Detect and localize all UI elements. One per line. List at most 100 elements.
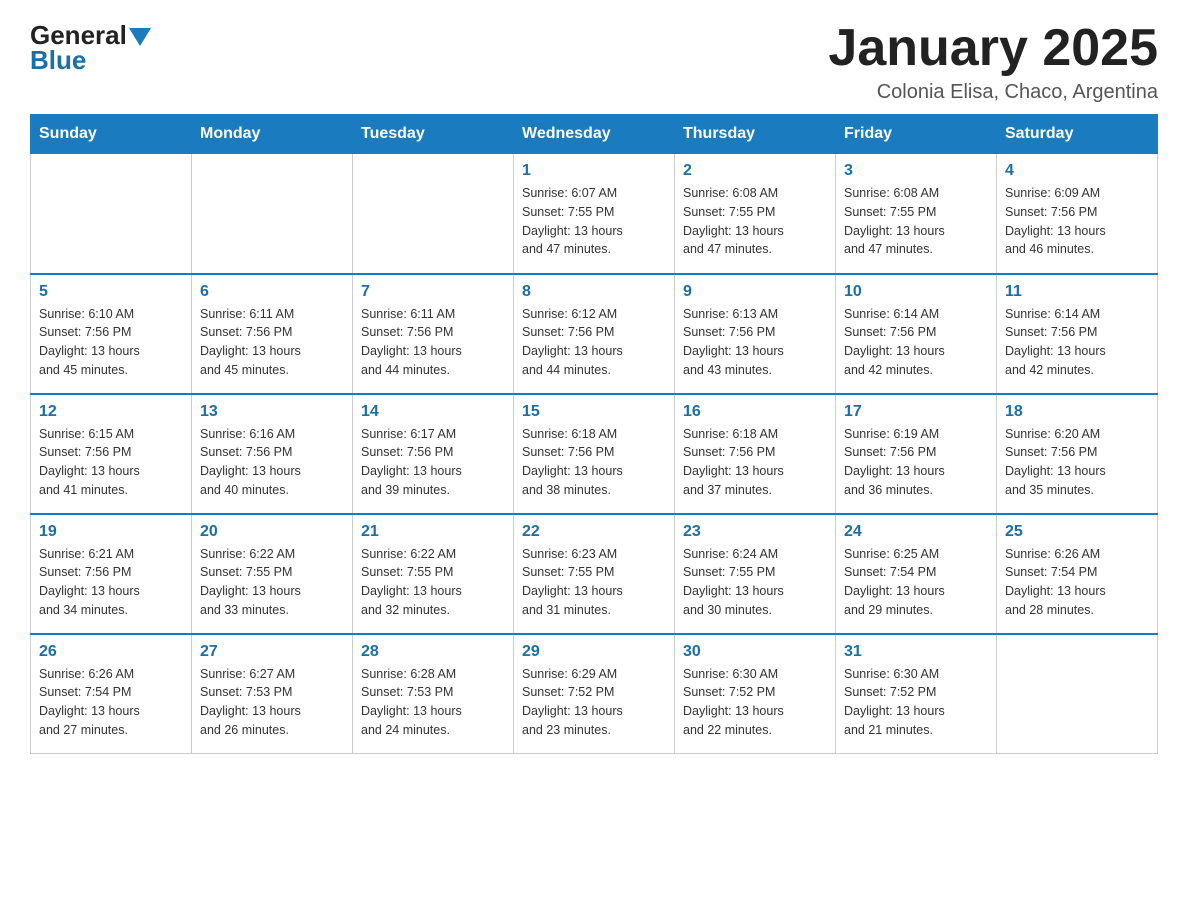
day-info: Sunrise: 6:08 AMSunset: 7:55 PMDaylight:… [844, 184, 988, 259]
day-info: Sunrise: 6:21 AMSunset: 7:56 PMDaylight:… [39, 545, 183, 620]
day-info: Sunrise: 6:26 AMSunset: 7:54 PMDaylight:… [39, 665, 183, 740]
day-info: Sunrise: 6:29 AMSunset: 7:52 PMDaylight:… [522, 665, 666, 740]
calendar-cell: 15 Sunrise: 6:18 AMSunset: 7:56 PMDayligh… [514, 394, 675, 514]
calendar-week-row: 19 Sunrise: 6:21 AMSunset: 7:56 PMDayligh… [31, 514, 1158, 634]
calendar-cell: 17 Sunrise: 6:19 AMSunset: 7:56 PMDayligh… [836, 394, 997, 514]
calendar-cell: 2Sunrise: 6:08 AMSunset: 7:55 PMDaylight… [675, 154, 836, 274]
day-number: 2 [683, 162, 827, 180]
calendar-cell: 19 Sunrise: 6:21 AMSunset: 7:56 PMDayligh… [31, 514, 192, 634]
calendar-cell: 25 Sunrise: 6:26 AMSunset: 7:54 PMDayligh… [997, 514, 1158, 634]
calendar-week-row: 26 Sunrise: 6:26 AMSunset: 7:54 PMDayligh… [31, 634, 1158, 754]
day-number: 19 [39, 523, 183, 541]
weekday-header-monday: Monday [192, 115, 353, 154]
day-info: Sunrise: 6:17 AMSunset: 7:56 PMDaylight:… [361, 425, 505, 500]
calendar-cell: 21Sunrise: 6:22 AMSunset: 7:55 PMDayligh… [353, 514, 514, 634]
day-number: 25 [1005, 523, 1149, 541]
day-info: Sunrise: 6:18 AMSunset: 7:56 PMDaylight:… [522, 425, 666, 500]
weekday-header-friday: Friday [836, 115, 997, 154]
calendar-cell: 24 Sunrise: 6:25 AMSunset: 7:54 PMDayligh… [836, 514, 997, 634]
day-info: Sunrise: 6:10 AMSunset: 7:56 PMDaylight:… [39, 305, 183, 380]
day-number: 16 [683, 403, 827, 421]
day-number: 28 [361, 643, 505, 661]
day-info: Sunrise: 6:22 AMSunset: 7:55 PMDaylight:… [200, 545, 344, 620]
day-number: 4 [1005, 162, 1149, 180]
calendar-week-row: 12Sunrise: 6:15 AMSunset: 7:56 PMDayligh… [31, 394, 1158, 514]
calendar-cell: 23Sunrise: 6:24 AMSunset: 7:55 PMDayligh… [675, 514, 836, 634]
logo: General Blue [30, 20, 151, 76]
day-number: 9 [683, 283, 827, 301]
day-number: 22 [522, 523, 666, 541]
calendar-cell: 7 Sunrise: 6:11 AMSunset: 7:56 PMDaylight… [353, 274, 514, 394]
calendar-cell: 1Sunrise: 6:07 AMSunset: 7:55 PMDaylight… [514, 154, 675, 274]
day-number: 18 [1005, 403, 1149, 421]
calendar-cell: 31 Sunrise: 6:30 AMSunset: 7:52 PMDayligh… [836, 634, 997, 754]
calendar-title: January 2025 [828, 20, 1158, 77]
calendar-cell: 14 Sunrise: 6:17 AMSunset: 7:56 PMDayligh… [353, 394, 514, 514]
weekday-header-thursday: Thursday [675, 115, 836, 154]
weekday-header-sunday: Sunday [31, 115, 192, 154]
day-info: Sunrise: 6:14 AMSunset: 7:56 PMDaylight:… [844, 305, 988, 380]
calendar-cell: 18Sunrise: 6:20 AMSunset: 7:56 PMDayligh… [997, 394, 1158, 514]
calendar-cell: 22 Sunrise: 6:23 AMSunset: 7:55 PMDayligh… [514, 514, 675, 634]
day-info: Sunrise: 6:23 AMSunset: 7:55 PMDaylight:… [522, 545, 666, 620]
day-info: Sunrise: 6:11 AMSunset: 7:56 PMDaylight:… [361, 305, 505, 380]
calendar-cell [192, 154, 353, 274]
weekday-header-saturday: Saturday [997, 115, 1158, 154]
calendar-cell: 9 Sunrise: 6:13 AMSunset: 7:56 PMDaylight… [675, 274, 836, 394]
day-info: Sunrise: 6:14 AMSunset: 7:56 PMDaylight:… [1005, 305, 1149, 380]
calendar-table: SundayMondayTuesdayWednesdayThursdayFrid… [30, 114, 1158, 754]
day-info: Sunrise: 6:30 AMSunset: 7:52 PMDaylight:… [844, 665, 988, 740]
day-number: 5 [39, 283, 183, 301]
logo-triangle-icon [129, 28, 151, 46]
day-info: Sunrise: 6:12 AMSunset: 7:56 PMDaylight:… [522, 305, 666, 380]
calendar-cell: 8 Sunrise: 6:12 AMSunset: 7:56 PMDaylight… [514, 274, 675, 394]
calendar-cell: 5 Sunrise: 6:10 AMSunset: 7:56 PMDaylight… [31, 274, 192, 394]
day-info: Sunrise: 6:24 AMSunset: 7:55 PMDaylight:… [683, 545, 827, 620]
day-number: 6 [200, 283, 344, 301]
calendar-cell: 4 Sunrise: 6:09 AMSunset: 7:56 PMDaylight… [997, 154, 1158, 274]
day-info: Sunrise: 6:18 AMSunset: 7:56 PMDaylight:… [683, 425, 827, 500]
calendar-cell: 12Sunrise: 6:15 AMSunset: 7:56 PMDayligh… [31, 394, 192, 514]
day-info: Sunrise: 6:16 AMSunset: 7:56 PMDaylight:… [200, 425, 344, 500]
calendar-cell: 20 Sunrise: 6:22 AMSunset: 7:55 PMDayligh… [192, 514, 353, 634]
calendar-cell: 16 Sunrise: 6:18 AMSunset: 7:56 PMDayligh… [675, 394, 836, 514]
day-number: 24 [844, 523, 988, 541]
day-info: Sunrise: 6:09 AMSunset: 7:56 PMDaylight:… [1005, 184, 1149, 259]
weekday-header-wednesday: Wednesday [514, 115, 675, 154]
day-number: 29 [522, 643, 666, 661]
day-number: 27 [200, 643, 344, 661]
calendar-cell: 13Sunrise: 6:16 AMSunset: 7:56 PMDayligh… [192, 394, 353, 514]
calendar-cell: 11Sunrise: 6:14 AMSunset: 7:56 PMDayligh… [997, 274, 1158, 394]
day-number: 26 [39, 643, 183, 661]
calendar-cell: 29 Sunrise: 6:29 AMSunset: 7:52 PMDayligh… [514, 634, 675, 754]
title-section: January 2025 Colonia Elisa, Chaco, Argen… [828, 20, 1158, 104]
calendar-cell: 27Sunrise: 6:27 AMSunset: 7:53 PMDayligh… [192, 634, 353, 754]
day-info: Sunrise: 6:28 AMSunset: 7:53 PMDaylight:… [361, 665, 505, 740]
day-number: 15 [522, 403, 666, 421]
day-number: 3 [844, 162, 988, 180]
calendar-cell: 10 Sunrise: 6:14 AMSunset: 7:56 PMDayligh… [836, 274, 997, 394]
day-info: Sunrise: 6:26 AMSunset: 7:54 PMDaylight:… [1005, 545, 1149, 620]
day-info: Sunrise: 6:07 AMSunset: 7:55 PMDaylight:… [522, 184, 666, 259]
day-info: Sunrise: 6:11 AMSunset: 7:56 PMDaylight:… [200, 305, 344, 380]
day-info: Sunrise: 6:13 AMSunset: 7:56 PMDaylight:… [683, 305, 827, 380]
day-number: 7 [361, 283, 505, 301]
day-info: Sunrise: 6:19 AMSunset: 7:56 PMDaylight:… [844, 425, 988, 500]
logo-blue: Blue [30, 45, 86, 76]
day-number: 12 [39, 403, 183, 421]
calendar-cell [31, 154, 192, 274]
day-number: 10 [844, 283, 988, 301]
day-number: 14 [361, 403, 505, 421]
day-info: Sunrise: 6:25 AMSunset: 7:54 PMDaylight:… [844, 545, 988, 620]
calendar-cell: 3 Sunrise: 6:08 AMSunset: 7:55 PMDaylight… [836, 154, 997, 274]
day-number: 8 [522, 283, 666, 301]
calendar-cell: 30Sunrise: 6:30 AMSunset: 7:52 PMDayligh… [675, 634, 836, 754]
page-header: General Blue January 2025 Colonia Elisa,… [30, 20, 1158, 104]
day-number: 31 [844, 643, 988, 661]
day-number: 17 [844, 403, 988, 421]
calendar-header-row: SundayMondayTuesdayWednesdayThursdayFrid… [31, 115, 1158, 154]
day-number: 30 [683, 643, 827, 661]
day-number: 20 [200, 523, 344, 541]
calendar-cell: 26 Sunrise: 6:26 AMSunset: 7:54 PMDayligh… [31, 634, 192, 754]
day-info: Sunrise: 6:22 AMSunset: 7:55 PMDaylight:… [361, 545, 505, 620]
